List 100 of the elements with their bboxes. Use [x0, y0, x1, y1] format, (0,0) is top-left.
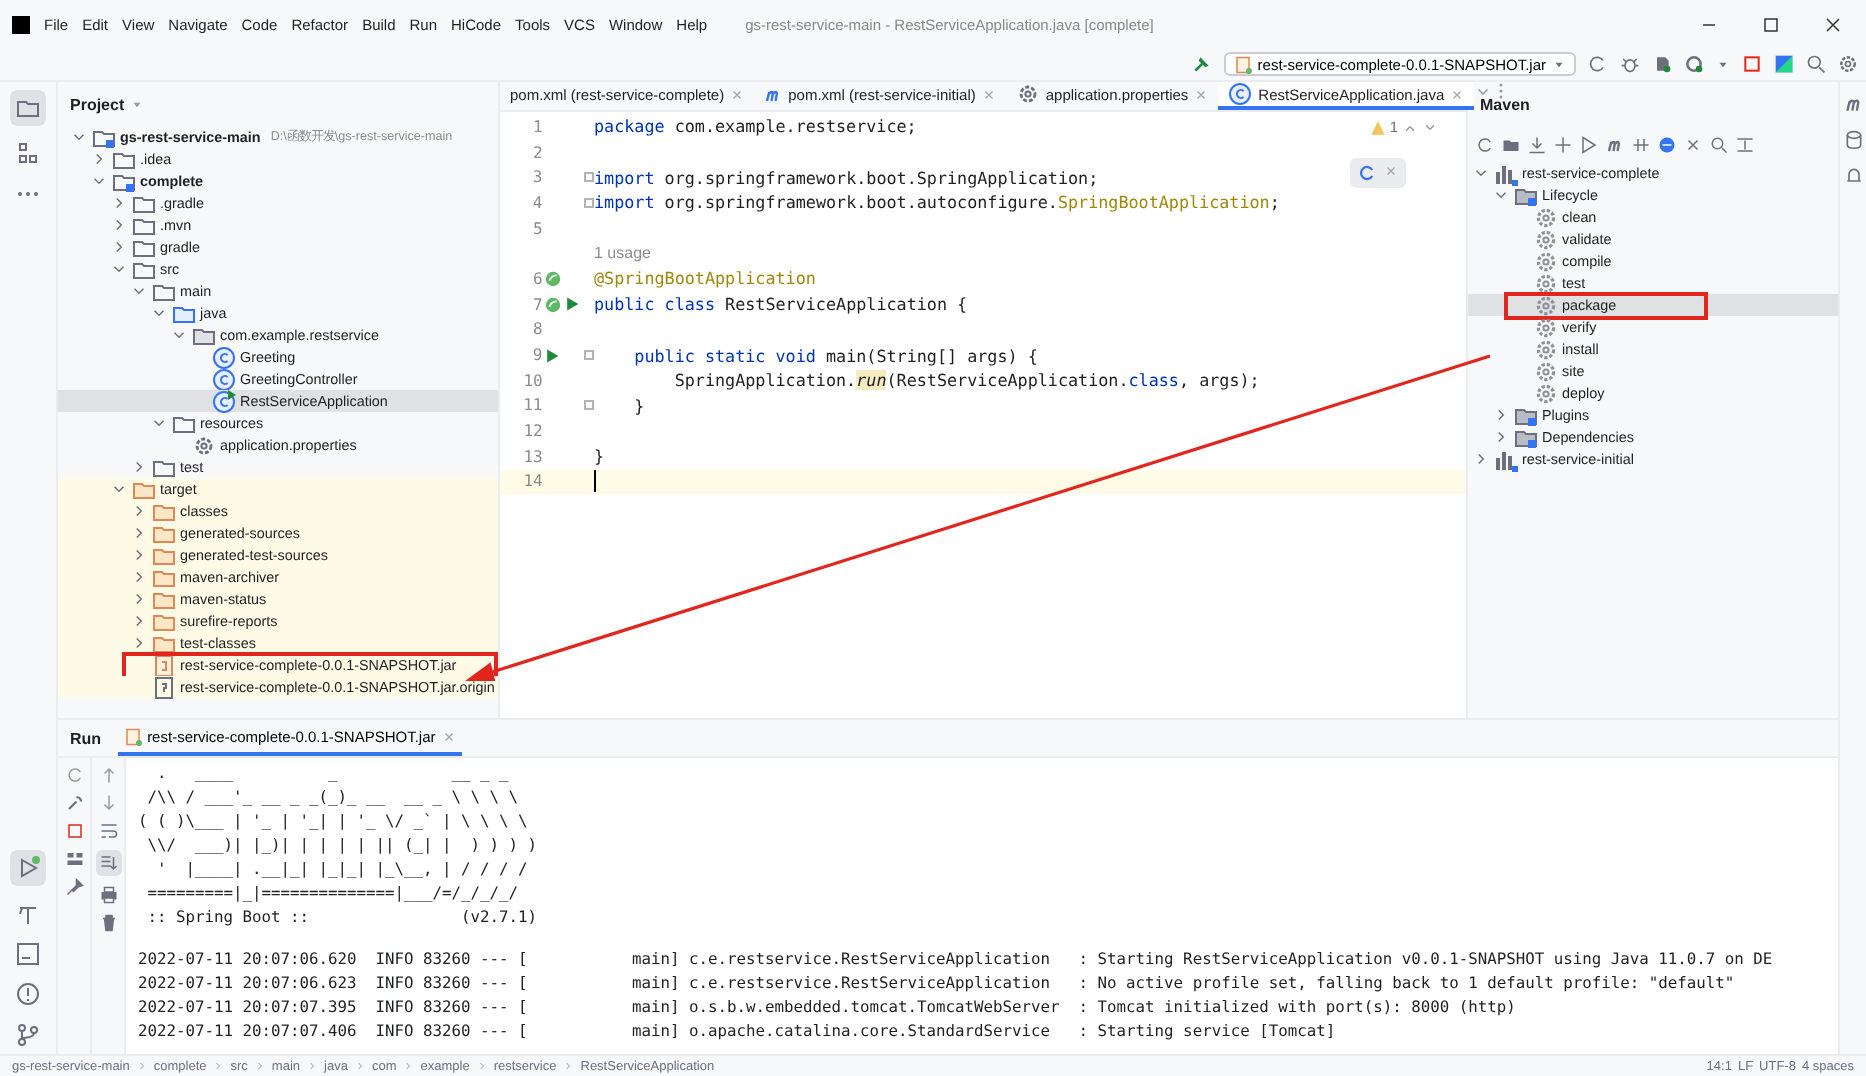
down-arrow-icon[interactable] — [99, 794, 117, 812]
pin-icon[interactable] — [65, 878, 83, 896]
code-line: public class RestServiceApplication { — [594, 294, 968, 315]
chevron-icon — [353, 1060, 366, 1072]
run-icon[interactable] — [1580, 135, 1598, 153]
search-icon[interactable] — [1710, 135, 1728, 153]
maximize-icon[interactable] — [1762, 15, 1780, 33]
line-number: 5 — [531, 219, 543, 238]
folder-icon — [1514, 403, 1538, 427]
close-icon[interactable] — [1824, 15, 1842, 33]
line-number: 8 — [531, 320, 543, 339]
gear-icon — [1534, 359, 1558, 383]
trash-icon[interactable] — [99, 914, 117, 932]
line-number: 9 — [530, 346, 543, 365]
profiler-icon[interactable] — [1652, 54, 1672, 74]
ide-icon[interactable] — [1774, 54, 1794, 74]
folder-icon — [132, 191, 156, 215]
folder-icon — [132, 235, 156, 259]
project-tool-button[interactable] — [10, 90, 46, 126]
coverage-icon[interactable] — [1684, 54, 1704, 74]
tab-close-icon[interactable] — [1194, 87, 1209, 101]
stop-icon[interactable] — [1742, 54, 1762, 74]
gear-icon — [1534, 227, 1558, 251]
gear-icon — [1015, 82, 1040, 106]
module-folder-icon — [92, 125, 116, 149]
download-icon[interactable] — [1528, 135, 1546, 153]
code-line: @SpringBootApplication — [594, 268, 816, 289]
maven-goal-icon[interactable] — [1606, 135, 1624, 153]
up-arrow-icon[interactable] — [99, 766, 117, 784]
folder-icon — [1514, 183, 1538, 207]
wrench-icon[interactable] — [65, 794, 83, 812]
tab-close-icon[interactable] — [730, 87, 745, 101]
settings-icon[interactable] — [1838, 54, 1858, 74]
folder-icon — [16, 96, 40, 120]
terminal-icon[interactable] — [16, 942, 40, 966]
folder-icon — [172, 301, 196, 325]
line-number: 10 — [521, 371, 543, 390]
maven-project-icon — [1494, 447, 1518, 471]
gear-icon — [1534, 381, 1558, 405]
line-number: 1 — [531, 117, 543, 136]
bug-icon[interactable] — [1620, 54, 1640, 74]
hammer-icon[interactable] — [1191, 54, 1212, 74]
scroll-end-icon — [99, 854, 117, 872]
run-icon[interactable] — [544, 347, 561, 364]
run-tool-button[interactable] — [10, 850, 46, 886]
gear-icon — [1534, 205, 1558, 229]
maven-tool-icon[interactable] — [1843, 94, 1863, 114]
problems-icon[interactable] — [16, 982, 40, 1006]
caret-icon[interactable] — [1716, 57, 1730, 71]
print-icon[interactable] — [99, 886, 117, 904]
database-icon[interactable] — [1843, 130, 1863, 150]
layout-icon[interactable] — [65, 850, 83, 868]
panel-title: Run — [70, 729, 102, 747]
caret-icon — [1552, 57, 1566, 71]
jar-file-icon — [1233, 55, 1252, 73]
maven-project-icon — [1494, 161, 1518, 185]
scroll-to-end-button[interactable] — [95, 850, 121, 876]
code-line: SpringApplication.run(RestServiceApplication.class, args); — [672, 370, 1260, 391]
line-number: 11 — [521, 396, 543, 415]
app-logo — [12, 15, 30, 33]
file-icon — [152, 675, 176, 699]
line-number: 3 — [530, 168, 543, 187]
line-number: 7 — [531, 295, 543, 314]
gear-icon — [1534, 315, 1558, 339]
gear-icon — [1534, 337, 1558, 361]
chevron-icon — [135, 1060, 148, 1072]
notifications-icon[interactable] — [1843, 166, 1863, 186]
refresh-icon[interactable] — [1476, 135, 1494, 153]
offline-icon[interactable] — [1658, 135, 1676, 153]
collapse-icon[interactable] — [1736, 135, 1754, 153]
hammer-icon[interactable] — [16, 902, 40, 926]
tab-close-icon[interactable] — [1450, 87, 1465, 101]
code-line: public static void main(String[] args) { — [632, 345, 1038, 366]
line-number: 12 — [521, 422, 543, 441]
folder-icon[interactable] — [1502, 135, 1520, 153]
refresh-icon[interactable] — [1358, 164, 1376, 182]
class-icon — [212, 389, 236, 413]
line-number: 2 — [531, 143, 543, 162]
rerun-icon[interactable] — [65, 766, 83, 784]
line-number: 14 — [521, 472, 543, 491]
panel-title[interactable]: Maven — [1480, 95, 1530, 113]
tab-close-icon[interactable] — [981, 87, 996, 101]
rerun-icon[interactable] — [1588, 54, 1608, 74]
toggle-icon[interactable] — [1632, 135, 1650, 153]
gear-icon — [1534, 293, 1558, 317]
warning-icon — [1369, 119, 1386, 135]
stop-icon[interactable] — [65, 822, 83, 840]
run-icon[interactable] — [564, 295, 581, 312]
git-branch-icon[interactable] — [16, 1022, 40, 1046]
plus-icon[interactable] — [1554, 135, 1572, 153]
panel-title[interactable]: Project — [70, 95, 125, 113]
chevron-icon — [212, 1060, 225, 1072]
gear-icon — [1534, 249, 1558, 273]
folder-icon — [152, 455, 176, 479]
soft-wrap-icon[interactable] — [99, 822, 117, 840]
caret-icon — [130, 97, 145, 111]
code-line: package com.example.restservice; — [594, 116, 917, 137]
search-icon[interactable] — [1806, 54, 1826, 74]
chevron-icon — [475, 1060, 488, 1072]
structure-icon[interactable] — [16, 142, 40, 166]
